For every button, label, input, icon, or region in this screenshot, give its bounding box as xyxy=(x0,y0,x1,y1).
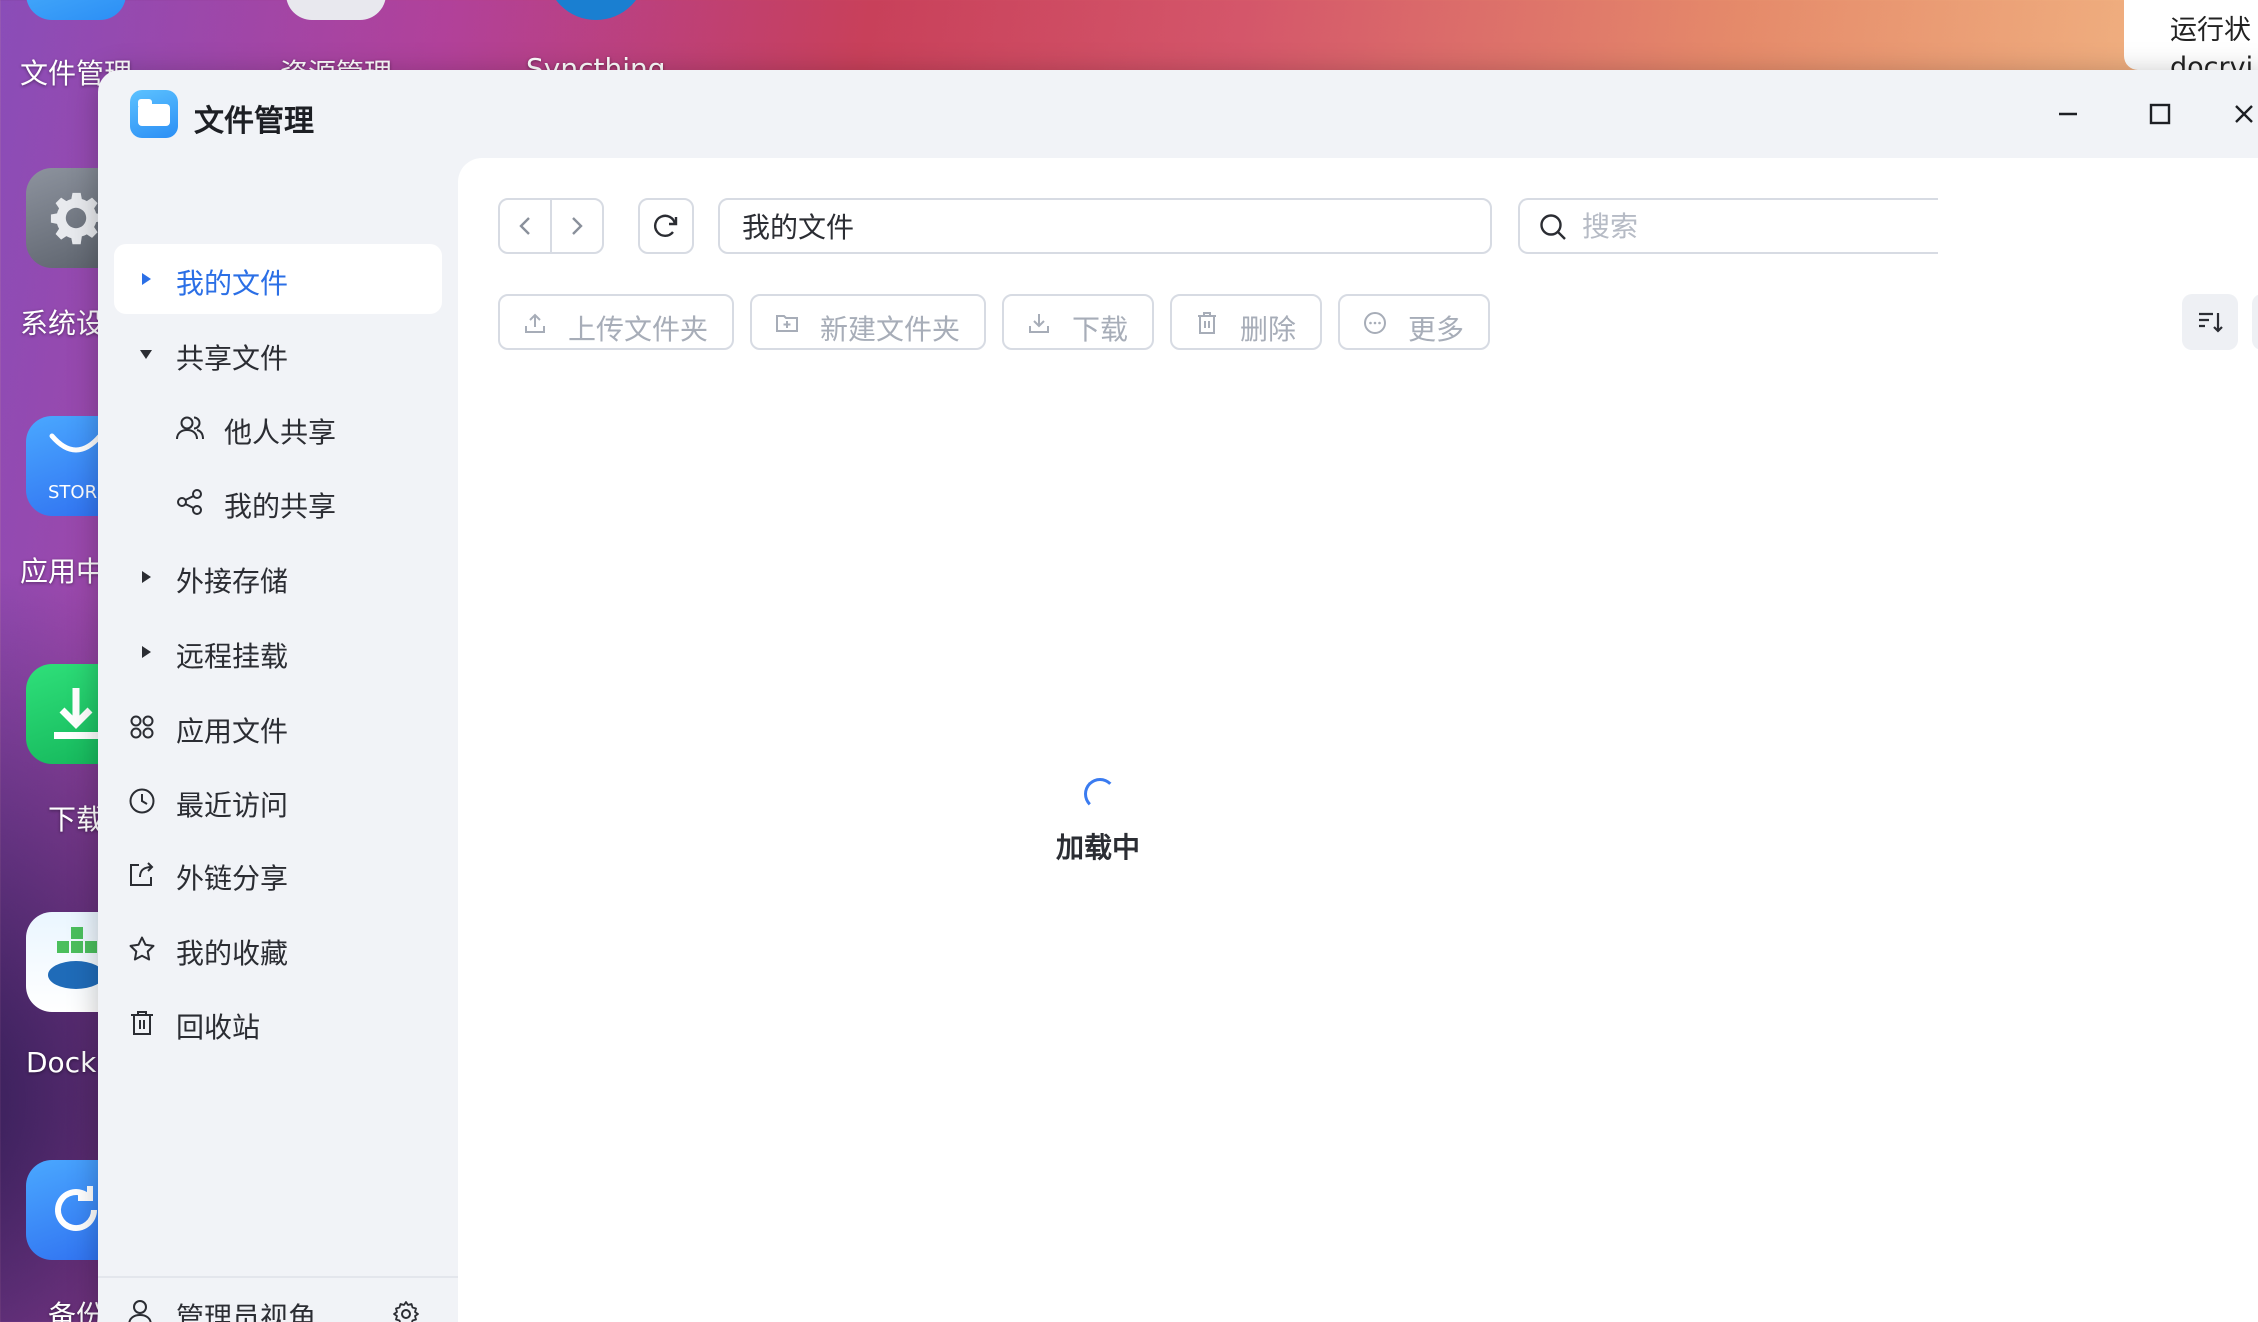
sidebar: 我的文件 共享文件 他人共享 我的共享 外接存储 远程挂载 应用文件 最近访问 … xyxy=(98,158,458,1322)
syncthing-app-icon xyxy=(546,0,646,20)
spinner-icon xyxy=(1084,778,1116,810)
sort-icon xyxy=(2199,312,2223,333)
desktop-icon-label: 应用中 xyxy=(20,555,105,588)
loading-indicator: 加载中 xyxy=(998,778,1198,868)
sidebar-item-my-files[interactable]: 我的文件 xyxy=(114,244,442,314)
share-icon xyxy=(174,486,206,518)
sidebar-item-link-share[interactable]: 外链分享 xyxy=(114,839,442,909)
more-icon xyxy=(1362,310,1388,336)
trash-icon xyxy=(126,1007,158,1039)
status-widget: 运行状 docrvi xyxy=(2124,0,2258,70)
caret-down-icon xyxy=(138,346,154,362)
new-folder-icon xyxy=(774,310,800,336)
admin-view-row[interactable]: 管理员视角 xyxy=(114,1286,442,1322)
sidebar-item-recent[interactable]: 最近访问 xyxy=(114,766,442,836)
star-icon xyxy=(126,933,158,965)
resource-manager-app-icon xyxy=(286,0,386,20)
sidebar-item-label: 我的共享 xyxy=(224,490,337,523)
status-widget-title: 运行状 xyxy=(2170,15,2251,46)
desktop-icon-label: 系统设 xyxy=(20,307,105,340)
main-panel: 我的文件 上传文件夹 新建文件夹 下载 xyxy=(458,158,2258,1322)
status-widget-subtitle: docrvi xyxy=(2170,52,2254,70)
window-title: 文件管理 xyxy=(194,104,314,139)
minimize-icon xyxy=(2059,112,2077,116)
sidebar-item-favorites[interactable]: 我的收藏 xyxy=(114,914,442,984)
sidebar-item-label: 我的文件 xyxy=(176,267,289,300)
loading-text: 加载中 xyxy=(1055,831,1140,864)
delete-icon xyxy=(1194,310,1220,336)
sidebar-item-my-shares[interactable]: 我的共享 xyxy=(114,467,442,537)
forward-button[interactable] xyxy=(550,198,604,254)
download-button[interactable]: 下载 xyxy=(1002,294,1154,350)
back-button[interactable] xyxy=(498,198,552,254)
maximize-icon xyxy=(2149,103,2171,125)
apps-icon xyxy=(126,711,158,743)
sidebar-item-label: 他人共享 xyxy=(224,416,337,449)
more-label: 更多 xyxy=(1408,313,1465,346)
users-icon xyxy=(174,412,206,444)
sidebar-item-label: 外接存储 xyxy=(176,565,289,598)
clock-icon xyxy=(126,785,158,817)
search-box[interactable] xyxy=(1518,198,1938,254)
close-button[interactable] xyxy=(2222,92,2258,136)
sidebar-item-label: 外链分享 xyxy=(176,862,289,895)
sidebar-item-label: 最近访问 xyxy=(176,789,289,822)
minimize-button[interactable] xyxy=(2046,92,2090,136)
delete-label: 删除 xyxy=(1240,313,1297,346)
upload-icon xyxy=(522,310,548,336)
view-mode-switch xyxy=(2252,294,2258,350)
desktop-icon-label: Dock xyxy=(26,1046,97,1079)
sidebar-item-label: 我的收藏 xyxy=(176,937,289,970)
search-icon xyxy=(1538,212,1568,246)
store-badge-text: STOR xyxy=(48,482,98,503)
new-folder-button[interactable]: 新建文件夹 xyxy=(750,294,986,350)
sort-button[interactable] xyxy=(2182,294,2238,350)
caret-right-icon xyxy=(138,644,154,660)
path-text: 我的文件 xyxy=(742,211,855,244)
sidebar-item-label: 回收站 xyxy=(176,1011,261,1044)
refresh-button[interactable] xyxy=(638,198,694,254)
upload-folder-button[interactable]: 上传文件夹 xyxy=(498,294,734,350)
sidebar-item-label: 应用文件 xyxy=(176,715,289,748)
folder-app-icon xyxy=(130,90,178,138)
file-manager-app-icon xyxy=(26,0,126,20)
path-bar[interactable]: 我的文件 xyxy=(718,198,1492,254)
chevron-right-icon xyxy=(572,217,583,235)
caret-right-icon xyxy=(138,569,154,585)
sidebar-item-shared-with-me[interactable]: 他人共享 xyxy=(114,393,442,463)
sidebar-item-remote-mount[interactable]: 远程挂载 xyxy=(114,617,442,687)
delete-button[interactable]: 删除 xyxy=(1170,294,1322,350)
sidebar-item-trash[interactable]: 回收站 xyxy=(114,988,442,1058)
upload-folder-label: 上传文件夹 xyxy=(568,313,709,346)
search-input[interactable] xyxy=(1582,206,1922,246)
sidebar-item-external-storage[interactable]: 外接存储 xyxy=(114,542,442,612)
download-icon xyxy=(1026,310,1052,336)
sidebar-item-label: 共享文件 xyxy=(176,342,289,375)
sidebar-item-app-files[interactable]: 应用文件 xyxy=(114,692,442,762)
file-manager-window: 文件管理 我的文件 共享文件 他人共享 我的共享 外接存储 远程挂载 应用文件 … xyxy=(98,70,2258,1322)
download-label: 下载 xyxy=(1072,313,1129,346)
window-titlebar[interactable]: 文件管理 xyxy=(98,70,2258,158)
sidebar-item-label: 远程挂载 xyxy=(176,640,289,673)
sidebar-divider xyxy=(98,1276,458,1278)
settings-gear-icon[interactable] xyxy=(392,1300,420,1322)
admin-view-label: 管理员视角 xyxy=(176,1301,317,1322)
refresh-icon xyxy=(654,214,678,237)
more-button[interactable]: 更多 xyxy=(1338,294,1490,350)
desktop-icon-label: 备份 xyxy=(48,1299,105,1322)
sidebar-item-shared-files[interactable]: 共享文件 xyxy=(114,319,442,389)
desktop-icon-label: 下载 xyxy=(48,803,105,836)
new-folder-label: 新建文件夹 xyxy=(820,313,961,346)
chevron-left-icon xyxy=(519,217,530,235)
user-icon xyxy=(126,1298,154,1322)
close-icon xyxy=(2235,105,2253,123)
external-share-icon xyxy=(126,858,158,890)
caret-right-icon xyxy=(138,271,154,287)
maximize-button[interactable] xyxy=(2138,92,2182,136)
